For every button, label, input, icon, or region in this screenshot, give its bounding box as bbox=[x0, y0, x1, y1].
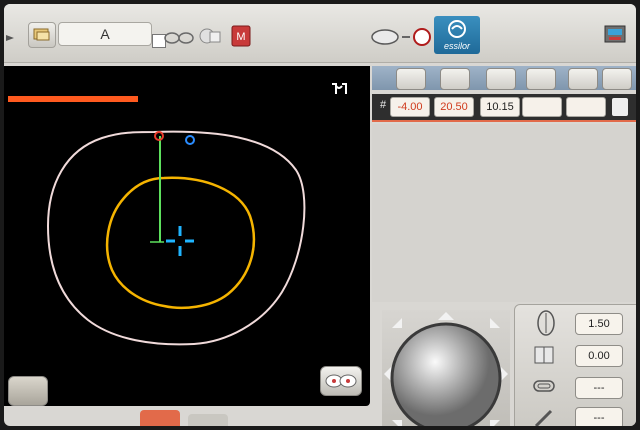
readout-1[interactable]: -4.00 bbox=[390, 97, 430, 117]
joystick-panel bbox=[382, 310, 510, 426]
frame-outline bbox=[46, 130, 306, 346]
material-icon[interactable]: M bbox=[230, 24, 252, 48]
menu-arrow-icon[interactable] bbox=[6, 30, 14, 41]
svg-text:M: M bbox=[236, 31, 245, 43]
tool-lock-icon[interactable] bbox=[602, 68, 632, 90]
control-value-1[interactable]: 1.50 bbox=[575, 313, 623, 335]
paperclip-icon[interactable] bbox=[531, 375, 557, 399]
readout-5[interactable] bbox=[566, 97, 606, 117]
tool-row bbox=[372, 66, 636, 90]
tool-drill-icon[interactable] bbox=[486, 68, 516, 90]
control-value-2[interactable]: 0.00 bbox=[575, 345, 623, 367]
pencil-icon[interactable] bbox=[531, 405, 557, 426]
dash-separator bbox=[402, 36, 410, 38]
hash-label: # bbox=[380, 99, 387, 111]
lens-canvas[interactable] bbox=[4, 66, 370, 406]
tool-width-icon[interactable] bbox=[440, 68, 470, 90]
brand-logo: essilor bbox=[434, 16, 480, 54]
control-value-3[interactable]: --- bbox=[575, 377, 623, 399]
blue-marker bbox=[185, 135, 195, 145]
vertical-size-icon[interactable] bbox=[535, 309, 557, 337]
two-lens-button[interactable] bbox=[320, 366, 362, 396]
top-toolbar: A M essilor bbox=[4, 4, 636, 63]
job-field[interactable]: A bbox=[58, 22, 152, 46]
book-icon[interactable] bbox=[531, 341, 557, 367]
lens-drawing bbox=[46, 130, 306, 346]
center-cross bbox=[166, 226, 194, 256]
readout-4[interactable] bbox=[522, 97, 562, 117]
edit-icon[interactable] bbox=[612, 98, 628, 116]
glasses-icon[interactable] bbox=[164, 28, 194, 48]
machine-icon[interactable] bbox=[602, 22, 628, 48]
job-icon[interactable] bbox=[28, 22, 56, 48]
control-value-4[interactable]: --- bbox=[575, 407, 623, 426]
tool-height-icon[interactable] bbox=[396, 68, 426, 90]
screen: A M essilor # -4.00 20.50 10.15 1.50 0.0… bbox=[4, 4, 636, 426]
lens-shape-icon[interactable] bbox=[370, 28, 400, 46]
readout-3[interactable]: 10.15 bbox=[480, 97, 520, 117]
lens-red-icon[interactable] bbox=[412, 26, 432, 48]
light-area bbox=[372, 124, 636, 302]
open-book-button[interactable] bbox=[8, 376, 48, 406]
readout-2[interactable]: 20.50 bbox=[434, 97, 474, 117]
readout-row: # -4.00 20.50 10.15 bbox=[372, 94, 636, 122]
brand-name: essilor bbox=[443, 41, 470, 51]
tool-notch-icon[interactable] bbox=[526, 68, 556, 90]
bottom-tab-2[interactable] bbox=[188, 414, 228, 426]
right-panel: # -4.00 20.50 10.15 1.50 0.00 --- --- bbox=[372, 66, 636, 426]
control-panel: 1.50 0.00 --- --- bbox=[514, 304, 636, 426]
bottom-tab-1[interactable] bbox=[140, 410, 180, 426]
shapes-icon[interactable] bbox=[198, 26, 224, 48]
lens-outline bbox=[105, 176, 256, 310]
tool-polish-icon[interactable] bbox=[568, 68, 598, 90]
